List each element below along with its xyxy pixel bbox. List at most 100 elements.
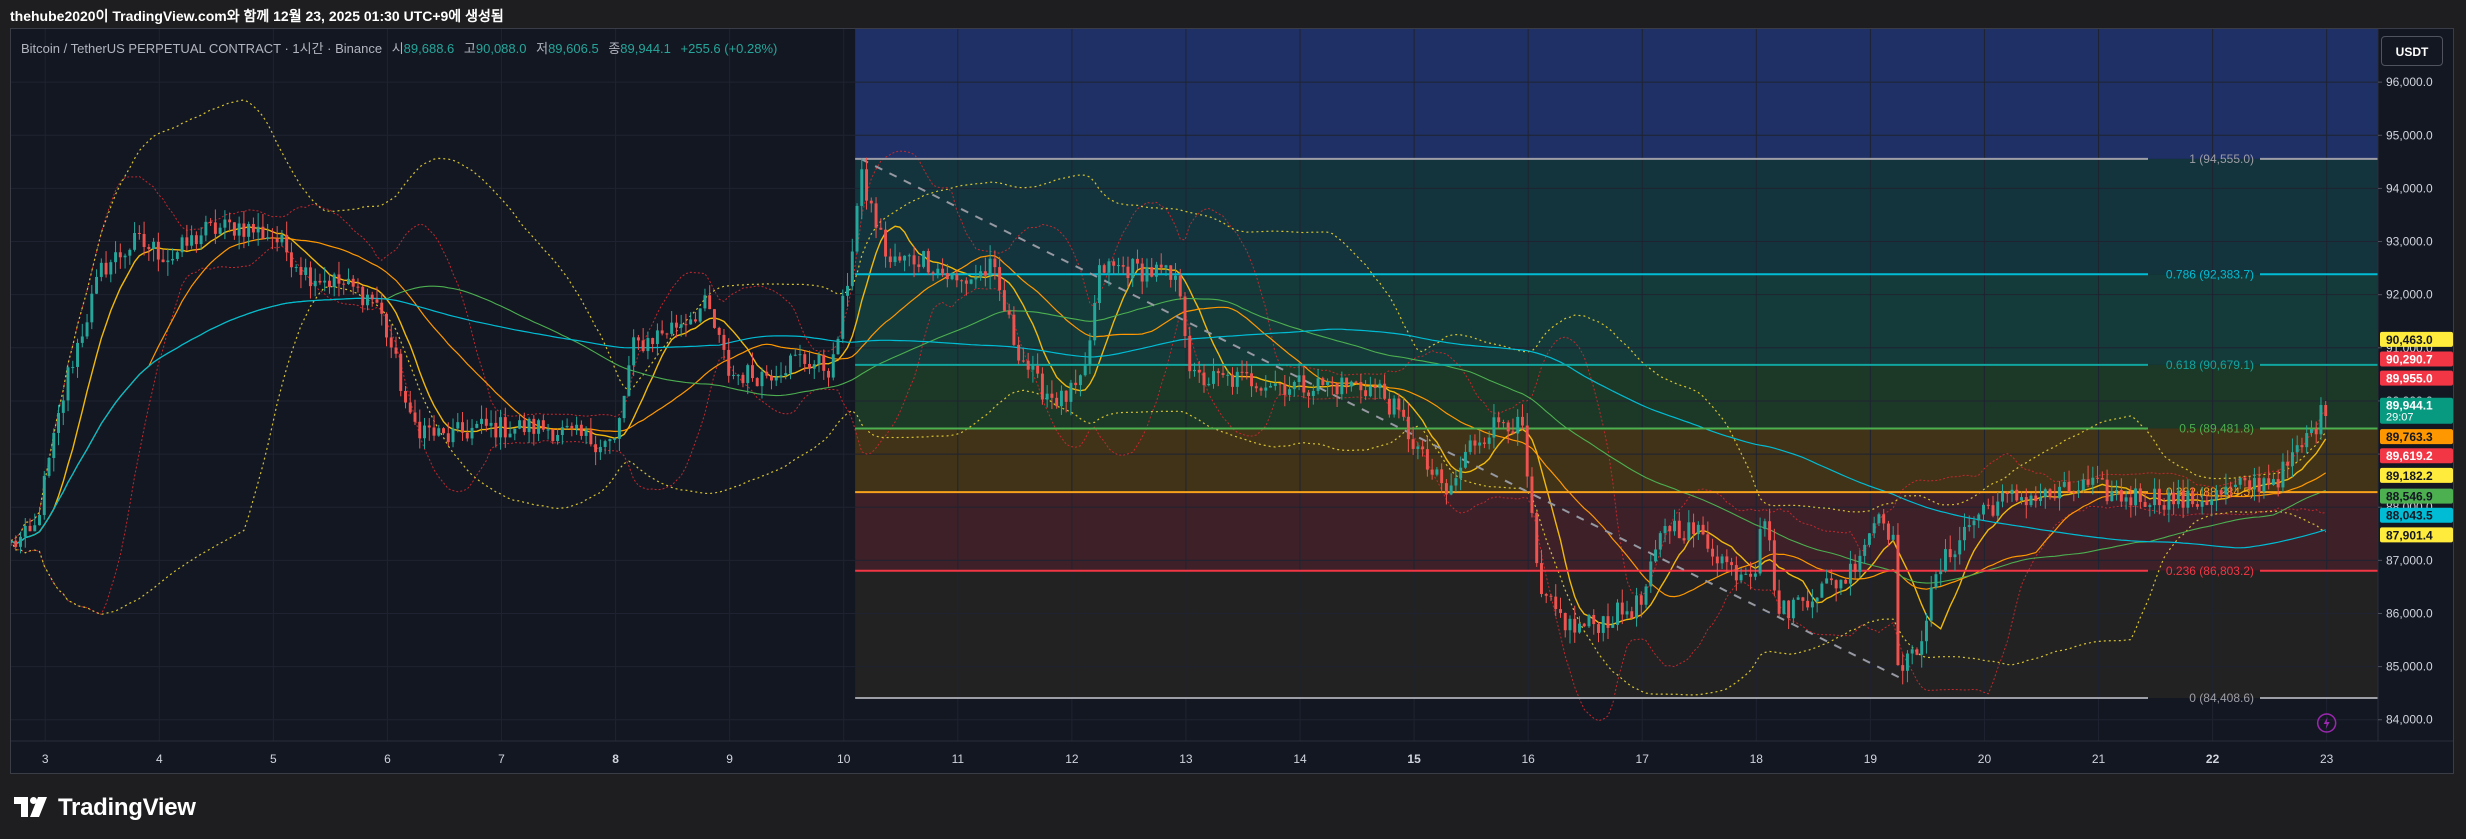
candle-body <box>598 446 602 453</box>
candle-body <box>917 264 921 267</box>
candle-body <box>1021 360 1025 362</box>
candle-body <box>1796 597 1800 600</box>
candle-body <box>903 255 907 261</box>
candle-body <box>299 266 303 275</box>
candle-body <box>1340 377 1344 395</box>
candle-body <box>532 418 536 434</box>
candle-body <box>1202 372 1206 386</box>
candle-body <box>366 294 369 306</box>
candle-body <box>993 258 997 268</box>
candle-body <box>1530 476 1534 513</box>
candle-body <box>1753 573 1757 577</box>
candle-body <box>912 255 916 265</box>
candle-body <box>2243 477 2247 481</box>
candle-body <box>1188 336 1192 372</box>
candle-body <box>427 425 431 428</box>
candle-body <box>1996 501 2000 516</box>
time-axis-label: 5 <box>270 752 277 766</box>
candle-body <box>1701 524 1705 535</box>
candle-body <box>1074 382 1078 386</box>
candle-body <box>622 395 626 419</box>
candle-body <box>1135 258 1139 264</box>
candle-body <box>57 412 61 433</box>
candle-body <box>423 425 426 439</box>
candle-body <box>1611 624 1615 628</box>
candle-body <box>1882 514 1886 524</box>
candle-body <box>1064 390 1068 402</box>
candle-body <box>1863 544 1867 556</box>
candle-body <box>1482 442 1486 444</box>
candle-body <box>446 433 450 443</box>
chart-pane[interactable]: 1 (94,555.0) 0.786 (92,383.7) 0.618 (90,67… <box>10 28 2454 774</box>
candle-body <box>551 429 555 442</box>
price-tag-label: 90,290.7 <box>2386 352 2433 366</box>
candle-body <box>2138 488 2142 502</box>
candle-body <box>1872 523 1876 534</box>
candle-body <box>456 422 460 429</box>
candle-body <box>223 219 227 228</box>
candle-body <box>1587 614 1591 627</box>
share-header: thehube2020이 TradingView.com와 함께 12월 23,… <box>0 0 2466 30</box>
candle-body <box>850 251 854 286</box>
candle-body <box>698 308 702 322</box>
candle-body <box>855 205 859 252</box>
candle-body <box>408 402 412 413</box>
time-axis-label: 22 <box>2206 752 2220 766</box>
candle-body <box>1597 624 1600 633</box>
fib-zone-0.5 <box>855 364 2378 429</box>
price-chart-svg[interactable]: 1 (94,555.0) 0.786 (92,383.7) 0.618 (90,67… <box>11 29 2454 774</box>
candle-body <box>470 427 474 439</box>
candle-body <box>651 338 655 345</box>
currency-button[interactable]: USDT <box>2381 36 2443 66</box>
candle-body <box>1744 573 1748 575</box>
price-tag-label: 88,043.5 <box>2386 509 2433 523</box>
open-value: 89,688.6 <box>403 41 455 56</box>
candle-body <box>213 222 217 234</box>
candle-body <box>1573 618 1577 633</box>
candle-body <box>570 425 574 429</box>
candle-body <box>784 373 788 376</box>
candle-body <box>779 375 783 378</box>
candle-body <box>998 267 1002 291</box>
candle-body <box>527 418 531 433</box>
candle-body <box>480 418 484 424</box>
time-axis-strip <box>11 741 2453 773</box>
candle-body <box>1069 382 1073 402</box>
candle-body <box>2295 445 2299 453</box>
candle-body <box>337 274 341 284</box>
candle-body <box>2015 489 2019 501</box>
candle-body <box>1050 393 1054 398</box>
candle-body <box>180 237 184 253</box>
candle-body <box>2195 504 2199 507</box>
candle-body <box>1107 261 1111 273</box>
symbol-title[interactable]: Bitcoin / TetherUS PERPETUAL CONTRACT · … <box>21 41 382 56</box>
candle-body <box>1164 265 1168 268</box>
candle-body <box>760 371 764 387</box>
candle-body <box>256 226 260 233</box>
fib-zone-0.618 <box>855 274 2378 365</box>
candle-body <box>1326 381 1330 386</box>
close-label: 종 <box>608 41 621 56</box>
fib-level-label-0.5: 0.5 (89,481.8) <box>2179 421 2254 435</box>
time-axis-label: 8 <box>612 752 619 766</box>
tradingview-logo[interactable]: TradingView <box>14 793 196 823</box>
candle-body <box>356 286 360 288</box>
candle-body <box>1145 267 1149 282</box>
candle-body <box>898 256 902 261</box>
candle-body <box>793 354 797 356</box>
candle-body <box>1212 371 1215 384</box>
candle-body <box>712 309 716 328</box>
low-label: 저 <box>536 41 549 56</box>
candle-body <box>575 424 579 429</box>
candle-body <box>1197 369 1201 373</box>
candle-body <box>2314 429 2318 435</box>
candle-body <box>1516 416 1520 434</box>
candle-body <box>2062 481 2066 487</box>
candle-body <box>2324 405 2328 416</box>
candle-body <box>1169 265 1173 280</box>
candle-body <box>1468 440 1472 452</box>
candle-body <box>437 428 441 436</box>
candle-body <box>684 324 688 326</box>
candle-body <box>1269 385 1273 388</box>
candle-body <box>156 241 160 260</box>
